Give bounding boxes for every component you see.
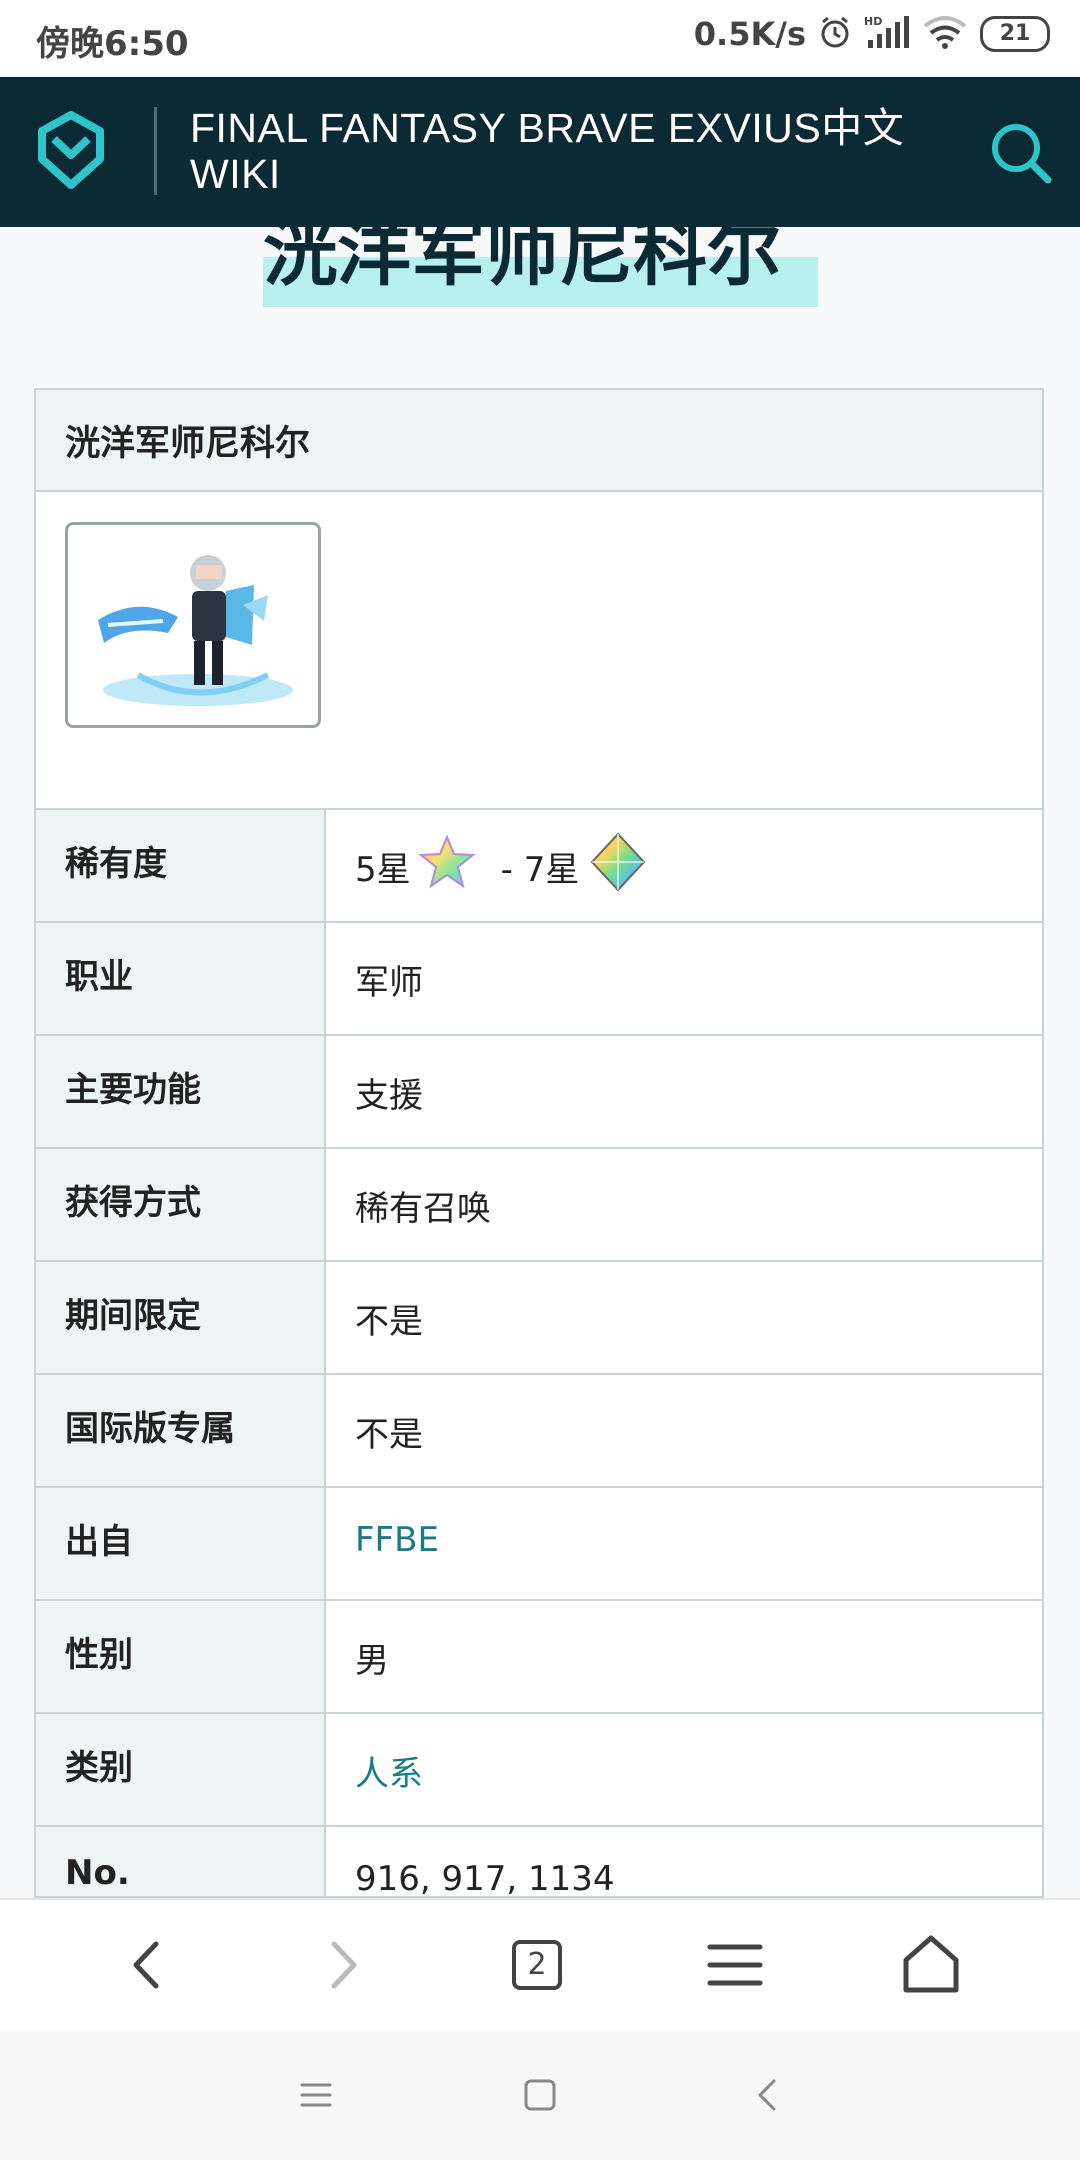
row-value: 支援 xyxy=(355,1076,423,1116)
row-value: 916, 917, 1134 xyxy=(355,1859,615,1898)
rarity-to: - 7星 xyxy=(500,850,580,890)
character-infobox: 洸洋军师尼科尔 稀有度 5星 - 7星 职业 军师 主要功能 支援 获得方式 稀… xyxy=(34,388,1044,1898)
row-label: 类别 xyxy=(36,1714,326,1825)
rainbow-crystal-icon xyxy=(589,832,647,901)
character-sprite[interactable] xyxy=(65,522,321,728)
svg-text:HD: HD xyxy=(864,15,882,28)
infobox-row-role: 主要功能 支援 xyxy=(36,1036,1042,1149)
browser-toolbar: 2 xyxy=(0,1898,1080,2030)
infobox-row-rarity: 稀有度 5星 - 7星 xyxy=(36,810,1042,923)
rainbow-star-icon xyxy=(411,834,477,899)
page-title: 洸洋军师尼科尔 xyxy=(263,227,781,296)
infobox-row-number: No. 916, 917, 1134 xyxy=(36,1827,1042,1898)
row-label: 职业 xyxy=(36,923,326,1034)
row-label: 稀有度 xyxy=(36,810,326,921)
nav-menu-icon[interactable] xyxy=(296,2075,336,2119)
page-title-area: 洸洋军师尼科尔 xyxy=(0,227,1080,307)
nav-home-icon[interactable] xyxy=(520,2075,560,2119)
infobox-row-category: 类别 人系 xyxy=(36,1714,1042,1827)
row-label: 获得方式 xyxy=(36,1149,326,1260)
menu-icon[interactable] xyxy=(700,1930,770,2000)
back-icon[interactable] xyxy=(112,1930,182,2000)
hd-signal-icon: HD xyxy=(864,14,910,54)
infobox-image-row xyxy=(36,492,1042,810)
row-value: 不是 xyxy=(355,1415,423,1455)
infobox-row-acquisition: 获得方式 稀有召唤 xyxy=(36,1149,1042,1262)
infobox-row-limited: 期间限定 不是 xyxy=(36,1262,1042,1375)
row-value: 不是 xyxy=(355,1302,423,1342)
row-label: 主要功能 xyxy=(36,1036,326,1147)
system-nav-bar xyxy=(0,2030,1080,2160)
tabs-icon[interactable]: 2 xyxy=(512,1940,562,1990)
site-title[interactable]: FINAL FANTASY BRAVE EXVIUS中文WIKI xyxy=(190,105,930,197)
row-label: 性别 xyxy=(36,1601,326,1712)
row-value: 军师 xyxy=(355,963,423,1003)
origin-link[interactable]: FFBE xyxy=(326,1488,1042,1599)
infobox-title: 洸洋军师尼科尔 xyxy=(36,390,1042,492)
battery-icon: 21 xyxy=(980,16,1050,52)
infobox-row-gender: 性别 男 xyxy=(36,1601,1042,1714)
status-right-group: 0.5K/s HD 21 xyxy=(694,14,1050,54)
status-time: 傍晚6:50 xyxy=(36,24,189,64)
status-bar: 傍晚6:50 0.5K/s HD 21 xyxy=(0,0,1080,77)
infobox-row-global-exclusive: 国际版专属 不是 xyxy=(36,1375,1042,1488)
wiki-logo-icon[interactable] xyxy=(30,109,112,191)
nav-back-icon[interactable] xyxy=(748,2075,788,2119)
row-label: 出自 xyxy=(36,1488,326,1599)
row-label: 期间限定 xyxy=(36,1262,326,1373)
category-link[interactable]: 人系 xyxy=(326,1714,1042,1825)
infobox-row-class: 职业 军师 xyxy=(36,923,1042,1036)
row-value: 5星 - 7星 xyxy=(326,810,1042,921)
rarity-from: 5星 xyxy=(355,850,411,890)
header-divider xyxy=(154,107,157,195)
infobox-row-origin: 出自 FFBE xyxy=(36,1488,1042,1601)
wifi-icon xyxy=(922,14,968,54)
site-header: FINAL FANTASY BRAVE EXVIUS中文WIKI xyxy=(0,77,1080,227)
net-speed: 0.5K/s xyxy=(693,15,806,53)
alarm-icon xyxy=(818,15,852,53)
row-value: 稀有召唤 xyxy=(355,1189,491,1229)
row-label: No. xyxy=(36,1827,326,1896)
home-icon[interactable] xyxy=(896,1930,966,2000)
forward-icon[interactable] xyxy=(308,1930,378,2000)
search-icon[interactable] xyxy=(984,117,1056,189)
row-value: 男 xyxy=(355,1641,389,1681)
row-label: 国际版专属 xyxy=(36,1375,326,1486)
